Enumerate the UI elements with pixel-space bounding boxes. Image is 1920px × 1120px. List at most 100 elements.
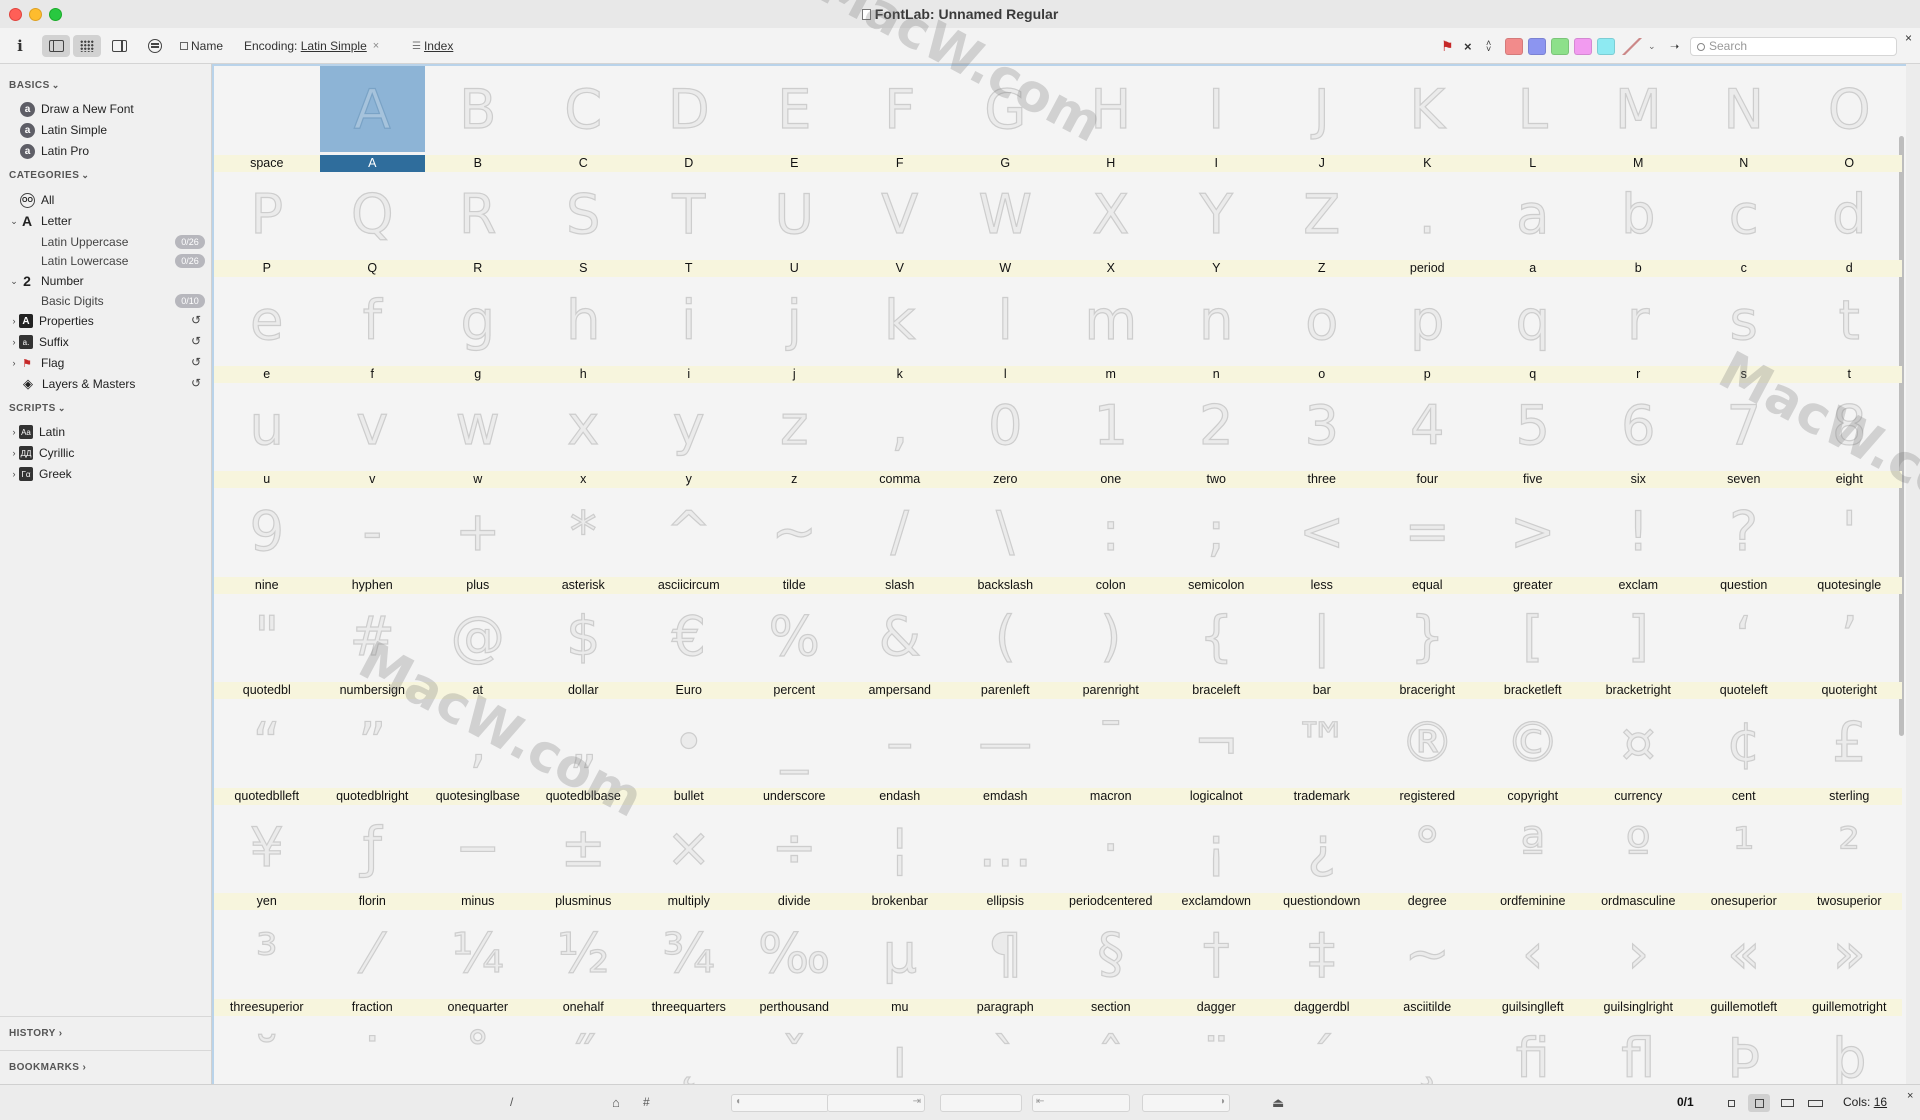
glyph-cell[interactable]: II: [1163, 66, 1269, 172]
glyph-cell[interactable]: ' quotesingle: [1796, 488, 1902, 594]
index-selector[interactable]: ☰ Index: [412, 35, 453, 57]
glyph-cell[interactable]: ] bracketright: [1585, 594, 1691, 699]
glyph-cell[interactable]: Þ: [1691, 1016, 1797, 1084]
glyph-cell[interactable]: hh: [530, 277, 636, 383]
glyph-cell[interactable]: £ sterling: [1796, 699, 1902, 805]
category-number[interactable]: ⌄ 2 Number: [0, 271, 211, 291]
glyph-cell[interactable]: ˛: [636, 1016, 742, 1084]
glyph-cell[interactable]: : colon: [1058, 488, 1164, 594]
glyph-cell[interactable]: ! exclam: [1585, 488, 1691, 594]
color-swatch-blue[interactable]: [1528, 38, 1546, 55]
glyph-cell[interactable]: ¿ questiondown: [1269, 805, 1375, 910]
encoding-clear-icon[interactable]: ×: [373, 40, 379, 52]
glyph-cell[interactable]: „ quotedblbase: [530, 699, 636, 805]
glyph-cell[interactable]: ” quotedblright: [319, 699, 425, 805]
glyph-cell[interactable]: # numbersign: [319, 594, 425, 699]
glyph-cell[interactable]: — emdash: [952, 699, 1058, 805]
glyph-cell[interactable]: ¹ onesuperior: [1691, 805, 1797, 910]
glyph-cell[interactable]: - hyphen: [319, 488, 425, 594]
glyph-cell[interactable]: CC: [530, 66, 636, 172]
glyph-cell[interactable]: yy: [636, 383, 742, 488]
glyph-cell[interactable]: ¥ yen: [214, 805, 320, 910]
glyph-cell[interactable]: space: [214, 66, 320, 172]
glyph-cell[interactable]: 8 eight: [1796, 383, 1902, 488]
basics-item-latin-pro[interactable]: a Latin Pro: [0, 141, 211, 161]
properties-panel-button[interactable]: [105, 35, 133, 57]
glyph-cell[interactable]: ¬ logicalnot: [1163, 699, 1269, 805]
glyph-cell[interactable]: + plus: [425, 488, 531, 594]
categories-section-header[interactable]: CATEGORIES ⌄: [9, 170, 89, 181]
glyph-cell[interactable]: * asterisk: [530, 488, 636, 594]
script-cyrillic[interactable]: › ДД Cyrillic: [0, 443, 211, 463]
glyph-cell[interactable]: ¢ cent: [1691, 699, 1797, 805]
glyph-cell[interactable]: 4 four: [1374, 383, 1480, 488]
glyph-cell[interactable]: ´: [1269, 1016, 1375, 1084]
glyph-cell[interactable]: uu: [214, 383, 320, 488]
glyph-cell[interactable]: ˇ: [742, 1016, 848, 1084]
glyph-cell[interactable]: ⁄ fraction: [319, 910, 425, 1016]
glyph-cell[interactable]: _ underscore: [741, 699, 847, 805]
glyph-cell[interactable]: ’ quoteright: [1796, 594, 1902, 699]
glyph-cell[interactable]: FF: [847, 66, 953, 172]
glyph-cell[interactable]: ˝: [531, 1016, 637, 1084]
script-greek[interactable]: › Γα Greek: [0, 464, 211, 484]
metrics-field-3[interactable]: [940, 1094, 1022, 1112]
glyph-cell[interactable]: > greater: [1480, 488, 1586, 594]
glyph-cell[interactable]: VV: [847, 172, 953, 277]
glyph-cell[interactable]: ƒ florin: [319, 805, 425, 910]
glyph-cell[interactable]: oo: [1269, 277, 1375, 383]
glyph-cell[interactable]: rr: [1585, 277, 1691, 383]
glyph-cell[interactable]: 7 seven: [1691, 383, 1797, 488]
hash-indicator[interactable]: #: [643, 1095, 650, 1109]
glyph-cell[interactable]: KK: [1374, 66, 1480, 172]
glyph-cell[interactable]: qq: [1480, 277, 1586, 383]
glyph-cell[interactable]: ﬁ: [1480, 1016, 1586, 1084]
glyph-cell[interactable]: (parenleft: [952, 594, 1058, 699]
basics-item-latin-simple[interactable]: a Latin Simple: [0, 120, 211, 140]
filter-button[interactable]: [141, 35, 169, 57]
glyph-cell[interactable]: TT: [636, 172, 742, 277]
glyph-cell[interactable]: UU: [741, 172, 847, 277]
tag-button[interactable]: ⌂: [612, 1095, 620, 1110]
glyph-cell[interactable]: {braceleft: [1163, 594, 1269, 699]
glyph-cell[interactable]: § section: [1058, 910, 1164, 1016]
glyph-cell[interactable]: ˚: [425, 1016, 531, 1084]
category-flag[interactable]: › ⚑ Flag ↺: [0, 353, 211, 373]
glyph-cell[interactable]: tt: [1796, 277, 1902, 383]
basics-item-draw-new-font[interactable]: a Draw a New Font: [0, 99, 211, 119]
glyph-cell[interactable]: 6 six: [1585, 383, 1691, 488]
no-color-swatch[interactable]: [1621, 38, 1643, 55]
glyph-cell[interactable]: ss: [1691, 277, 1797, 383]
glyph-cell[interactable]: xx: [530, 383, 636, 488]
glyph-cell[interactable]: MM: [1585, 66, 1691, 172]
glyph-cell[interactable]: 0 zero: [952, 383, 1058, 488]
glyph-cell[interactable]: jj: [741, 277, 847, 383]
search-input[interactable]: Search: [1690, 37, 1897, 56]
glyph-cell[interactable]: ¦ brokenbar: [847, 805, 953, 910]
glyph-cell[interactable]: ∼ asciitilde: [1374, 910, 1480, 1016]
glyph-cell[interactable]: µ mu: [847, 910, 953, 1016]
glyph-cell[interactable]: XX: [1058, 172, 1164, 277]
flag-stepper[interactable]: ˄ ˅: [1486, 35, 1491, 57]
font-info-button[interactable]: ⏏: [1272, 1095, 1284, 1111]
glyph-cell[interactable]: < less: [1269, 488, 1375, 594]
glyph-cell[interactable]: [bracketleft: [1480, 594, 1586, 699]
glyph-cell[interactable]: = equal: [1374, 488, 1480, 594]
glyph-cell[interactable]: ª ordfeminine: [1480, 805, 1586, 910]
glyph-cell[interactable]: ^ asciicircum: [636, 488, 742, 594]
arrow-button[interactable]: ➝: [1670, 35, 1679, 57]
glyph-cell[interactable]: þ: [1797, 1016, 1903, 1084]
glyph-cell[interactable]: ® registered: [1374, 699, 1480, 805]
glyph-cell[interactable]: dd: [1796, 172, 1902, 277]
glyph-cell[interactable]: kk: [847, 277, 953, 383]
glyph-cell[interactable]: GG: [952, 66, 1058, 172]
glyph-cell[interactable]: pp: [1374, 277, 1480, 383]
glyph-cell[interactable]: ‚ quotesinglbase: [425, 699, 531, 805]
reset-icon[interactable]: ↺: [191, 376, 201, 390]
chevron-right-icon[interactable]: ›: [9, 337, 19, 347]
category-layers-masters[interactable]: ◈ Layers & Masters ↺: [0, 374, 211, 394]
glyph-cell[interactable]: ‘ quoteleft: [1691, 594, 1797, 699]
glyph-cell[interactable]: ZZ: [1269, 172, 1375, 277]
grid-view-button[interactable]: [73, 35, 101, 57]
glyph-cell[interactable]: cc: [1691, 172, 1797, 277]
